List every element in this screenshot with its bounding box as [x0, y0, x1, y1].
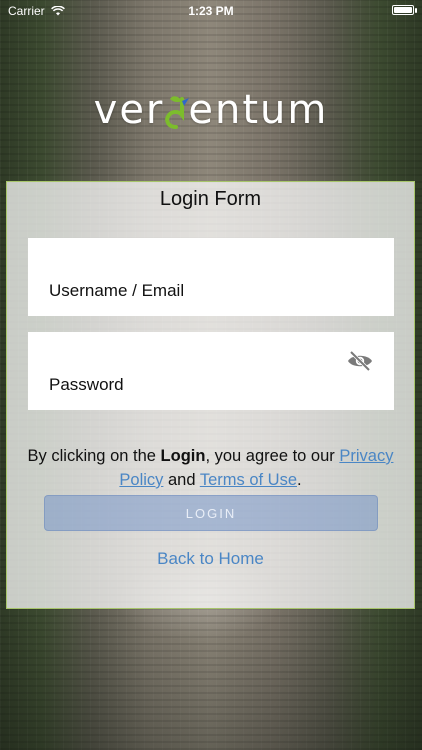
username-label: Username / Email [49, 281, 185, 300]
terms-consent-text: By clicking on the Login, you agree to o… [23, 444, 398, 492]
consent-middle: , you agree to our [205, 447, 340, 465]
verdentum-logo: ver entum [0, 80, 422, 140]
consent-suffix: . [297, 471, 302, 489]
terms-of-use-link[interactable]: Terms of Use [200, 471, 297, 489]
password-label: Password [49, 375, 124, 394]
back-to-home-link[interactable]: Back to Home [7, 549, 414, 569]
password-field[interactable]: Password [28, 332, 394, 410]
username-field[interactable]: Username / Email [28, 238, 394, 316]
login-button[interactable]: LOGIN [44, 495, 378, 531]
eye-slash-icon[interactable] [346, 350, 374, 372]
battery-level [394, 7, 412, 13]
status-bar: Carrier 1:23 PM [0, 0, 422, 22]
consent-login-bold: Login [160, 447, 206, 465]
battery-icon [392, 5, 417, 15]
consent-and: and [163, 471, 200, 489]
form-title: Login Form [159, 188, 262, 210]
logo-text-right: entum [188, 87, 329, 133]
sprout-logo-icon [165, 96, 190, 129]
consent-prefix: By clicking on the [27, 447, 161, 465]
login-form-card: Login Form Username / Email Password By … [6, 181, 415, 609]
logo-text-left: ver [93, 87, 165, 133]
status-time: 1:23 PM [188, 4, 234, 18]
